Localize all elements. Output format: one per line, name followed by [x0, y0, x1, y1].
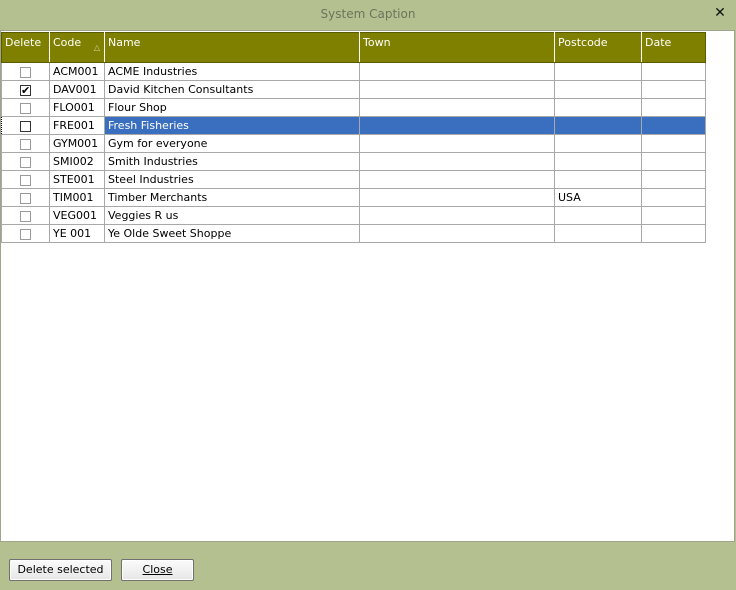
delete-cell: ✔: [1, 80, 50, 99]
postcode-cell[interactable]: [554, 224, 642, 243]
town-cell[interactable]: [359, 62, 555, 81]
table-body: ACM001 ACME Industries ✔ DAV001 David Kitche…: [1, 62, 706, 243]
code-cell[interactable]: TIM001: [49, 188, 105, 207]
customer-table: Delete Code △ Name Town Postcode Date ACM…: [1, 32, 706, 243]
code-cell[interactable]: SMI002: [49, 152, 105, 171]
column-header-name[interactable]: Name: [104, 32, 360, 63]
delete-cell: [1, 98, 50, 117]
table-row[interactable]: ✔ FRE001 Fresh Fisheries: [1, 116, 706, 135]
name-cell[interactable]: Fresh Fisheries: [104, 116, 360, 135]
code-cell[interactable]: VEG001: [49, 206, 105, 225]
delete-checkbox[interactable]: [20, 228, 31, 240]
name-cell[interactable]: Flour Shop: [104, 98, 360, 117]
close-button[interactable]: Close: [121, 559, 194, 581]
delete-checkbox[interactable]: ✔: [20, 120, 31, 132]
town-cell[interactable]: [359, 224, 555, 243]
code-cell[interactable]: FRE001: [49, 116, 105, 135]
code-cell[interactable]: YE 001: [49, 224, 105, 243]
column-header-code[interactable]: Code △: [49, 32, 105, 63]
delete-checkbox[interactable]: [20, 138, 31, 150]
postcode-cell[interactable]: [554, 80, 642, 99]
delete-checkbox[interactable]: ✔: [20, 84, 31, 96]
name-cell[interactable]: David Kitchen Consultants: [104, 80, 360, 99]
table-row[interactable]: STE001 Steel Industries: [1, 170, 706, 189]
town-cell[interactable]: [359, 152, 555, 171]
delete-cell: [1, 170, 50, 189]
postcode-cell[interactable]: USA: [554, 188, 642, 207]
title-bar: System Caption ✕: [0, 0, 736, 28]
table-row[interactable]: ACM001 ACME Industries: [1, 62, 706, 81]
date-cell[interactable]: [641, 206, 706, 225]
data-grid[interactable]: Delete Code △ Name Town Postcode Date ACM…: [0, 30, 735, 542]
column-header-delete[interactable]: Delete: [1, 32, 50, 63]
column-header-postcode[interactable]: Postcode: [554, 32, 642, 63]
delete-checkbox[interactable]: [20, 102, 31, 114]
delete-checkbox[interactable]: [20, 156, 31, 168]
code-cell[interactable]: ACM001: [49, 62, 105, 81]
delete-cell: [1, 188, 50, 207]
town-cell[interactable]: [359, 116, 555, 135]
date-cell[interactable]: [641, 152, 706, 171]
delete-cell: [1, 206, 50, 225]
table-row[interactable]: TIM001 Timber Merchants USA: [1, 188, 706, 207]
town-cell[interactable]: [359, 170, 555, 189]
name-cell[interactable]: Smith Industries: [104, 152, 360, 171]
date-cell[interactable]: [641, 98, 706, 117]
delete-checkbox[interactable]: [20, 210, 31, 222]
date-cell[interactable]: [641, 134, 706, 153]
delete-selected-button[interactable]: Delete selected: [9, 559, 112, 581]
window-title: System Caption: [320, 7, 416, 21]
name-cell[interactable]: Veggies R us: [104, 206, 360, 225]
town-cell[interactable]: [359, 98, 555, 117]
delete-checkbox[interactable]: [20, 192, 31, 204]
header-row: Delete Code △ Name Town Postcode Date: [1, 32, 706, 63]
town-cell[interactable]: [359, 134, 555, 153]
code-cell[interactable]: STE001: [49, 170, 105, 189]
name-cell[interactable]: Timber Merchants: [104, 188, 360, 207]
delete-cell: [1, 134, 50, 153]
postcode-cell[interactable]: [554, 98, 642, 117]
date-cell[interactable]: [641, 224, 706, 243]
table-row[interactable]: VEG001 Veggies R us: [1, 206, 706, 225]
name-cell[interactable]: ACME Industries: [104, 62, 360, 81]
table-row[interactable]: YE 001 Ye Olde Sweet Shoppe: [1, 224, 706, 243]
delete-checkbox[interactable]: [20, 174, 31, 186]
column-header-town[interactable]: Town: [359, 32, 555, 63]
delete-cell: ✔: [1, 116, 50, 135]
table-row[interactable]: ✔ DAV001 David Kitchen Consultants: [1, 80, 706, 99]
postcode-cell[interactable]: [554, 62, 642, 81]
date-cell[interactable]: [641, 80, 706, 99]
table-row[interactable]: SMI002 Smith Industries: [1, 152, 706, 171]
close-button-label: Close: [142, 563, 173, 576]
town-cell[interactable]: [359, 188, 555, 207]
town-cell[interactable]: [359, 80, 555, 99]
table-row[interactable]: GYM001 Gym for everyone: [1, 134, 706, 153]
date-cell[interactable]: [641, 170, 706, 189]
name-cell[interactable]: Steel Industries: [104, 170, 360, 189]
column-header-date[interactable]: Date: [641, 32, 706, 63]
postcode-cell[interactable]: [554, 206, 642, 225]
date-cell[interactable]: [641, 188, 706, 207]
name-cell[interactable]: Gym for everyone: [104, 134, 360, 153]
date-cell[interactable]: [641, 62, 706, 81]
delete-checkbox[interactable]: [20, 66, 31, 78]
postcode-cell[interactable]: [554, 134, 642, 153]
date-cell[interactable]: [641, 116, 706, 135]
postcode-cell[interactable]: [554, 116, 642, 135]
postcode-cell[interactable]: [554, 152, 642, 171]
delete-cell: [1, 152, 50, 171]
delete-cell: [1, 62, 50, 81]
town-cell[interactable]: [359, 206, 555, 225]
name-cell[interactable]: Ye Olde Sweet Shoppe: [104, 224, 360, 243]
code-cell[interactable]: GYM001: [49, 134, 105, 153]
sort-ascending-icon: △: [93, 43, 100, 52]
code-cell[interactable]: DAV001: [49, 80, 105, 99]
code-cell[interactable]: FLO001: [49, 98, 105, 117]
table-row[interactable]: FLO001 Flour Shop: [1, 98, 706, 117]
delete-cell: [1, 224, 50, 243]
postcode-cell[interactable]: [554, 170, 642, 189]
close-icon[interactable]: ✕: [712, 5, 728, 21]
column-header-code-label: Code: [53, 36, 82, 49]
